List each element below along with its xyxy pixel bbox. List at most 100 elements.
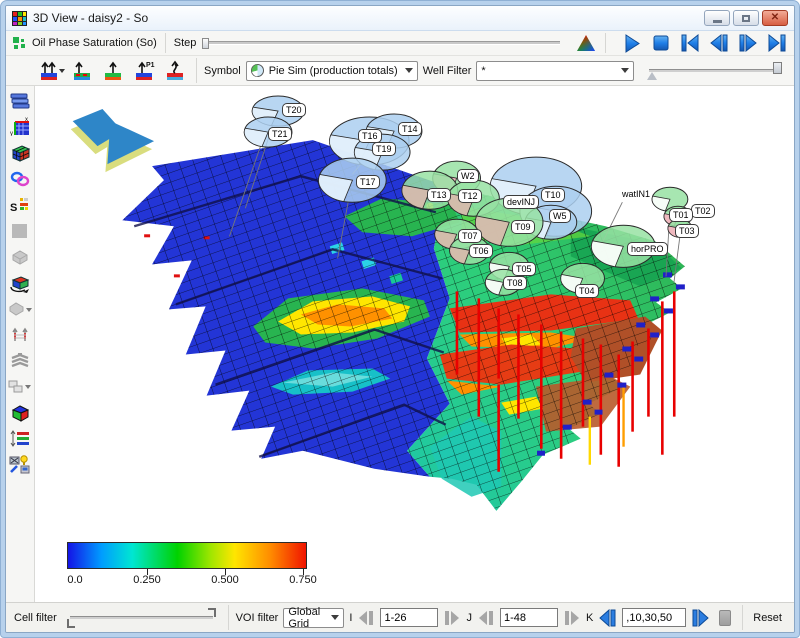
well-label[interactable]: T12: [458, 189, 482, 203]
voi-filter-dropdown[interactable]: Global Grid: [283, 608, 344, 628]
chevron-down-icon: [331, 615, 339, 620]
property-dots-icon: [12, 36, 26, 50]
blocks-icon[interactable]: [8, 375, 33, 398]
report-icon[interactable]: [8, 89, 33, 112]
close-icon: ✕: [771, 13, 779, 23]
slider-thumb-right[interactable]: [773, 62, 782, 74]
color-triangle-button[interactable]: [574, 33, 597, 54]
wells-zones-button[interactable]: [101, 60, 127, 82]
step-slider-thumb[interactable]: [202, 38, 209, 49]
well-label[interactable]: devINJ: [503, 195, 539, 209]
j-prev-button[interactable]: [477, 608, 495, 628]
symbol-dropdown[interactable]: Pie Sim (production totals): [246, 61, 418, 81]
stop-button[interactable]: [649, 33, 672, 54]
j-range-input[interactable]: [500, 608, 558, 627]
j-next-button[interactable]: [563, 608, 581, 628]
cell-filter-label: Cell filter: [14, 612, 57, 624]
k-next-button[interactable]: [691, 608, 710, 628]
k-prev-button[interactable]: [598, 608, 617, 628]
pie-icon: [251, 64, 264, 77]
wells-completions-button[interactable]: [70, 60, 96, 82]
slider-handle-left[interactable]: [67, 619, 75, 628]
i-prev-button[interactable]: [357, 608, 375, 628]
i-next-button[interactable]: [443, 608, 461, 628]
apply-filter-button[interactable]: [719, 610, 730, 626]
well-label[interactable]: T03: [675, 224, 699, 238]
3d-grid-icon[interactable]: [8, 141, 33, 164]
well-label[interactable]: T01: [669, 208, 693, 222]
close-button[interactable]: ✕: [762, 10, 788, 26]
k-range-input[interactable]: [622, 608, 686, 627]
well-label[interactable]: horPRO: [627, 242, 668, 256]
well-filter-value: *: [481, 65, 485, 77]
reset-button[interactable]: Reset: [749, 612, 786, 624]
well-label[interactable]: T21: [268, 127, 292, 141]
voi-filter-label: VOI filter: [236, 612, 279, 624]
separator: [228, 605, 229, 630]
symbol-toolbar: P1 Symbol Pie Sim (production totals) We…: [6, 56, 794, 86]
cell-filter-slider[interactable]: [70, 616, 213, 619]
minimize-button[interactable]: [704, 10, 730, 26]
3d-viewport[interactable]: .pie circle { stroke:#2a2a2a; stroke-wid…: [35, 86, 794, 602]
well-label[interactable]: W2: [457, 169, 479, 183]
skip-to-start-button[interactable]: [678, 33, 701, 54]
well-label[interactable]: W5: [549, 209, 571, 223]
well-label[interactable]: T08: [503, 276, 527, 290]
well-label[interactable]: watIN1: [619, 188, 653, 200]
fence-layers-icon[interactable]: [8, 349, 33, 372]
well-label[interactable]: T14: [398, 122, 422, 136]
well-filter-dropdown[interactable]: *: [476, 61, 634, 81]
well-label[interactable]: T20: [282, 103, 306, 117]
plane-icon[interactable]: [8, 219, 33, 242]
well-label[interactable]: T13: [427, 188, 451, 202]
slider-thumb-left[interactable]: [647, 72, 657, 80]
j-range-label: J: [466, 612, 472, 624]
restore-button[interactable]: [733, 10, 759, 26]
well-label[interactable]: T17: [356, 175, 380, 189]
wells-trajectory-button[interactable]: [163, 60, 189, 82]
well-label[interactable]: T10: [541, 188, 565, 202]
well-label[interactable]: T09: [511, 220, 535, 234]
i-range-input[interactable]: [380, 608, 438, 627]
separator: [196, 58, 197, 83]
cube-faces-icon[interactable]: [8, 401, 33, 424]
render-settings-icon[interactable]: [8, 453, 33, 476]
svg-text:y: y: [10, 131, 13, 136]
step-back-button[interactable]: [707, 33, 730, 54]
well-label[interactable]: T19: [372, 142, 396, 156]
wells-labels-button[interactable]: P1: [132, 60, 158, 82]
slice-planes-icon[interactable]: [8, 427, 33, 450]
filter-bar: Cell filter VOI filter Global Grid I J K…: [6, 602, 794, 632]
window-title: 3D View - daisy2 - So: [33, 11, 704, 25]
i-range-label: I: [349, 612, 352, 624]
separator: [742, 605, 743, 630]
well-label[interactable]: T02: [691, 204, 715, 218]
transparency-slider[interactable]: [649, 69, 782, 72]
well-label[interactable]: T07: [458, 229, 482, 243]
reservoir-model: .pie circle { stroke:#2a2a2a; stroke-wid…: [35, 86, 794, 602]
wells-all-button[interactable]: [39, 60, 65, 82]
step-label: Step: [174, 37, 197, 49]
svg-text:x: x: [25, 117, 28, 123]
well-label[interactable]: T06: [469, 244, 493, 258]
skip-to-end-button[interactable]: [765, 33, 788, 54]
legend-value: 0.0: [67, 574, 82, 586]
step-forward-button[interactable]: [736, 33, 759, 54]
restore-icon: [742, 15, 750, 22]
solid-icon[interactable]: [8, 245, 33, 268]
step-slider[interactable]: [202, 41, 560, 45]
rotate-cube-icon[interactable]: [8, 271, 33, 294]
play-button[interactable]: [620, 33, 643, 54]
saturation-property-icon[interactable]: S: [8, 193, 33, 216]
grid-axes-icon[interactable]: xy: [8, 115, 33, 138]
legend-value: 0.750: [289, 574, 317, 586]
well-label[interactable]: T16: [358, 129, 382, 143]
slider-handle-right[interactable]: [208, 608, 216, 617]
solid-options-icon[interactable]: [8, 297, 33, 320]
well-label[interactable]: T04: [575, 284, 599, 298]
link-icon[interactable]: [8, 167, 33, 190]
well-label[interactable]: T05: [512, 262, 536, 276]
legend-gradient-bar: [67, 542, 307, 569]
svg-text:S: S: [10, 202, 17, 214]
wells-display-icon[interactable]: [8, 323, 33, 346]
